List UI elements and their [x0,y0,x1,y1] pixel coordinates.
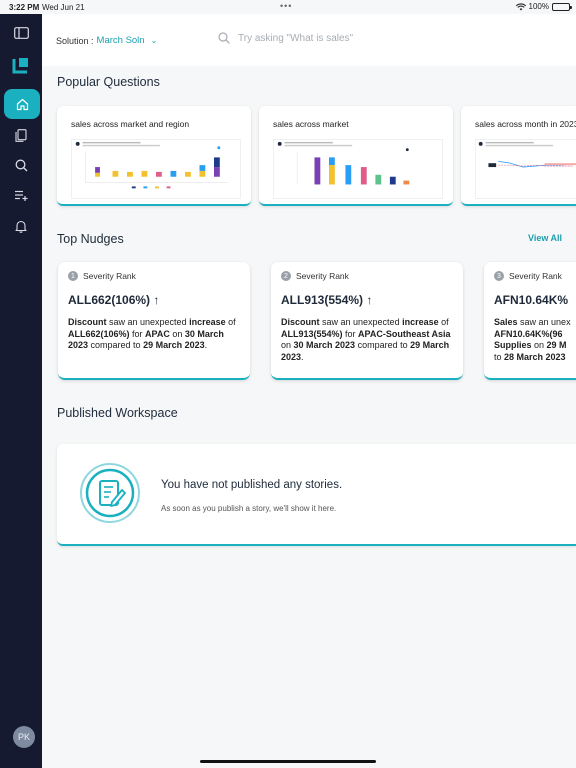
sidebar-item-notifications[interactable] [0,211,42,241]
rank-label: Severity Rank [296,271,349,281]
search-icon [15,159,27,171]
nudge-card[interactable]: 3 Severity Rank AFN10.64K% Sales saw an … [484,262,576,380]
published-workspace-title: Published Workspace [57,406,178,420]
severity-rank: 3 Severity Rank [494,271,562,281]
wifi-icon [515,2,526,10]
rank-number: 2 [281,271,291,281]
view-all-link[interactable]: View All [528,233,562,243]
rank-label: Severity Rank [509,271,562,281]
search-icon [218,32,230,44]
question-card-title: sales across market [273,119,349,129]
avatar[interactable]: PK [13,726,35,748]
bell-icon [15,220,27,233]
chart-thumbnail [71,139,241,199]
solution-value: March Soln [96,35,145,46]
question-card[interactable]: sales across market [259,106,453,206]
edit-document-icon [80,463,140,523]
status-date: Wed Jun 21 [42,3,85,12]
home-indicator[interactable] [200,760,376,763]
severity-rank: 1 Severity Rank [68,271,136,281]
sidebar-item-home[interactable] [4,89,40,119]
rank-label: Severity Rank [83,271,136,281]
sidebar-item-search[interactable] [0,150,42,180]
empty-state-subtitle: As soon as you publish a story, we'll sh… [161,504,337,513]
nudge-description: Sales saw an unex AFN10.64K%(96 Supplies o… [494,317,571,362]
multitasking-dots-icon[interactable]: ••• [280,1,292,11]
app-logo-icon [0,50,42,80]
published-empty-state: You have not published any stories. As s… [57,444,576,546]
search-bar[interactable]: Try asking "What is sales" [218,32,353,44]
nudge-metric: ALL662(106%) ↑ [68,293,160,307]
battery-icon [552,2,572,11]
sidebar-toggle-icon[interactable] [0,18,42,48]
question-card-title: sales across month in 2023 [475,119,576,129]
rank-number: 1 [68,271,78,281]
nudge-description: Discount saw an unexpected increase of A… [281,317,451,362]
nudge-card[interactable]: 2 Severity Rank ALL913(554%) ↑ Discount … [271,262,463,380]
nudge-metric: AFN10.64K% [494,293,569,307]
question-card-title: sales across market and region [71,119,190,129]
chart-thumbnail [475,139,576,199]
status-bar: 3:22 PM Wed Jun 21 ••• 100% [0,0,576,14]
question-card[interactable]: sales across market and region [57,106,251,206]
sidebar-item-playlist[interactable] [0,180,42,210]
chart-thumbnail [273,139,443,199]
status-right: 100% [515,2,572,11]
solution-label: Solution : [56,35,94,46]
status-time: 3:22 PM [9,3,40,12]
top-nudges-title: Top Nudges [57,232,124,246]
playlist-add-icon [14,190,27,201]
nudge-description: Discount saw an unexpected increase of A… [68,317,236,350]
nudge-metric: ALL913(554%) ↑ [281,293,373,307]
popular-questions-title: Popular Questions [57,75,160,89]
sidebar-item-bookmarks[interactable] [0,120,42,150]
question-card[interactable]: sales across month in 2023 [461,106,576,206]
rank-number: 3 [494,271,504,281]
chevron-down-icon: ⌄ [150,36,158,45]
home-icon [16,98,28,110]
severity-rank: 2 Severity Rank [281,271,349,281]
battery-percent: 100% [528,2,549,11]
main-content: Solution : March Soln ⌄ Try asking "What… [42,14,576,768]
top-bar: Solution : March Soln ⌄ Try asking "What… [42,14,576,66]
solution-selector[interactable]: Solution : March Soln ⌄ [56,35,157,46]
nudge-card[interactable]: 1 Severity Rank ALL662(106%) ↑ Discount … [58,262,250,380]
sidebar: PK [0,14,42,768]
bookmarks-icon [15,128,27,142]
empty-state-title: You have not published any stories. [161,479,343,491]
search-input[interactable]: Try asking "What is sales" [238,33,353,44]
